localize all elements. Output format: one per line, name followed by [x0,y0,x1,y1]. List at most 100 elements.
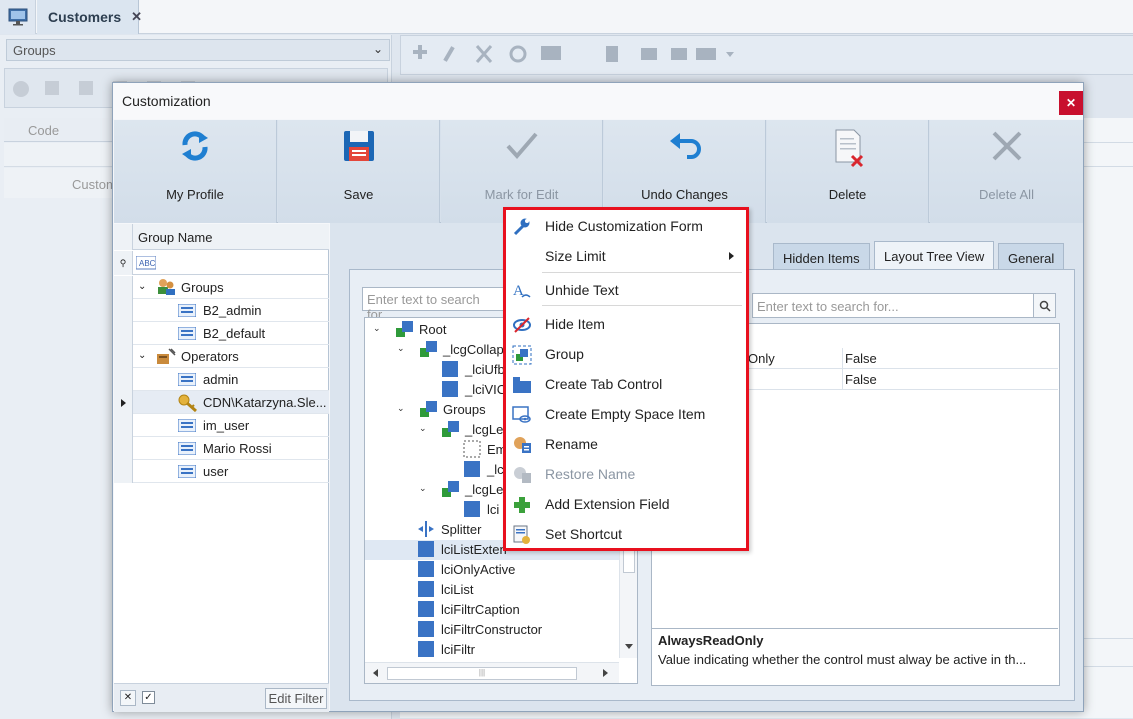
list-icon [178,327,196,340]
tree-node[interactable]: Em [463,439,507,459]
row-indicator [114,460,133,483]
menu-item-rename[interactable]: Rename [506,429,746,459]
tree-node[interactable]: _lciVIC [441,379,506,399]
delete-all-button[interactable]: Delete All [930,120,1083,223]
tab-hidden-items[interactable]: Hidden Items [773,243,870,271]
scroll-thumb[interactable]: ||| [387,667,577,680]
search-icon[interactable] [1033,294,1055,317]
properties-search-placeholder: Enter text to search for... [757,299,899,314]
expand-arrow-icon[interactable]: ⌄ [373,323,381,334]
scroll-left-icon[interactable] [373,669,378,677]
menu-item-unhide-text[interactable]: A Unhide Text [506,275,746,305]
tree-row-admin[interactable]: admin [114,368,329,391]
clear-filter-icon[interactable]: ✕ [120,690,136,706]
tree-node-label: lciOnlyActive [441,561,516,577]
my-profile-button[interactable]: My Profile [114,120,277,223]
group-node-icon [420,401,437,417]
tree-horizontal-scrollbar[interactable]: ||| [365,662,619,683]
layout-item-icon [418,561,434,577]
tree-node[interactable]: ⌄ _lcgLef [419,479,507,499]
tree-row-operators[interactable]: ⌄ Operators [114,345,329,368]
property-value[interactable]: False [845,372,877,387]
list-icon [178,442,196,455]
menu-item-create-tab-control[interactable]: Create Tab Control [506,369,746,399]
tree-node[interactable]: _lciUfb [441,359,505,379]
menu-item-add-extension-field[interactable]: Add Extension Field [506,489,746,519]
edit-filter-button[interactable]: Edit Filter [265,688,327,709]
tree-node-label: Root [419,321,447,337]
groups-combo[interactable]: Groups ⌄ [6,39,390,61]
menu-item-size-limit[interactable]: Size Limit [506,241,746,271]
tree-row-im-user[interactable]: im_user [114,414,329,437]
groups-combo-value: Groups [13,43,56,58]
scroll-right-icon[interactable] [603,669,608,677]
expand-arrow-icon[interactable]: ⌄ [397,343,405,354]
menu-item-hide-customization-form[interactable]: Hide Customization Form [506,211,746,241]
tree-node-label: _lciUfb [465,361,505,377]
tree-node[interactable]: ⌄ Groups [397,399,486,419]
dialog-title: Customization [122,93,211,109]
tab-label: Layout Tree View [884,249,985,264]
tree-node[interactable]: ⌄ _lcgCollap [397,339,504,359]
tree-node[interactable]: lci [463,499,499,519]
save-button[interactable]: Save [278,120,440,223]
list-icon [178,373,196,386]
menu-item-label: Create Empty Space Item [545,406,706,422]
delete-doc-icon [830,128,866,168]
monitor-icon[interactable] [0,0,36,34]
tree-node-label: _lciVIC [465,381,507,397]
auto-filter-row[interactable]: ⚲ ABC [114,251,329,275]
filter-enabled-checkbox[interactable]: ✓ [142,691,155,704]
properties-search-input[interactable]: Enter text to search for... [752,293,1056,318]
tree-node-label: Splitter [441,521,482,537]
menu-item-restore-name[interactable]: Restore Name [506,459,746,489]
tree-node[interactable]: lciList [417,579,474,599]
menu-item-label: Create Tab Control [545,376,663,392]
tree-row-groups[interactable]: ⌄ Groups [114,276,329,299]
tree-node[interactable]: _lc [463,459,504,479]
tab-customers[interactable]: Customers ✕ [37,0,142,34]
tree-node[interactable]: lciOnlyActive [417,559,515,579]
close-icon[interactable]: ✕ [131,9,142,25]
empty-space-icon [512,406,531,423]
delete-button[interactable]: Delete [767,120,929,223]
chevron-down-icon[interactable]: ⌄ [373,42,383,56]
tree-node-label: lciFiltr [441,641,475,657]
property-description-title: AlwaysReadOnly [658,633,764,648]
tree-node[interactable]: lciFiltrCaption [417,599,520,619]
expand-arrow-icon[interactable]: ⌄ [138,281,146,292]
tree-row-cdn-katarzyna[interactable]: CDN\Katarzyna.Sle... [114,391,329,414]
abc-filter-icon: ABC [136,256,156,270]
dialog-close-button[interactable]: ✕ [1059,91,1083,115]
property-value[interactable]: False [845,351,877,366]
tree-node-root[interactable]: ⌄ Root [373,319,446,339]
expand-arrow-icon[interactable]: ⌄ [397,403,405,414]
tree-node-selected[interactable]: lciListExten [417,539,507,559]
tree-node[interactable]: lciFiltrConstructor [417,619,542,639]
tree-search-input[interactable]: Enter text to search for... [362,287,512,322]
tree-row-b2-default[interactable]: B2_default [114,322,329,345]
tab-layout-tree-view[interactable]: Layout Tree View [874,241,995,271]
expand-arrow-icon[interactable]: ⌄ [138,350,146,361]
group-name-header[interactable]: Group Name [114,224,329,250]
menu-item-label: Rename [545,436,598,452]
menu-item-group[interactable]: Group [506,339,746,369]
group-node-icon [420,341,437,357]
menu-item-set-shortcut[interactable]: Set Shortcut [506,519,746,549]
menu-item-hide-item[interactable]: Hide Item [506,309,746,339]
menu-item-create-empty-space-item[interactable]: Create Empty Space Item [506,399,746,429]
tree-node[interactable]: lciFiltr [417,639,475,659]
expand-arrow-icon[interactable]: ⌄ [419,483,427,494]
tree-row-b2-admin[interactable]: B2_admin [114,299,329,322]
tree-node[interactable]: ⌄ _lcgLef [419,419,507,439]
save-icon [341,128,377,164]
tree-row-user[interactable]: user [114,460,329,483]
tree-node[interactable]: Splitter [417,519,481,539]
scroll-down-icon[interactable] [625,644,633,649]
tree-row-mario-rossi[interactable]: Mario Rossi [114,437,329,460]
main-toolbar [400,35,1133,75]
code-column-header[interactable]: Code [28,123,59,138]
tab-general[interactable]: General [998,243,1065,271]
filter-footer: ✕ ✓ Edit Filter [114,683,329,712]
expand-arrow-icon[interactable]: ⌄ [419,423,427,434]
